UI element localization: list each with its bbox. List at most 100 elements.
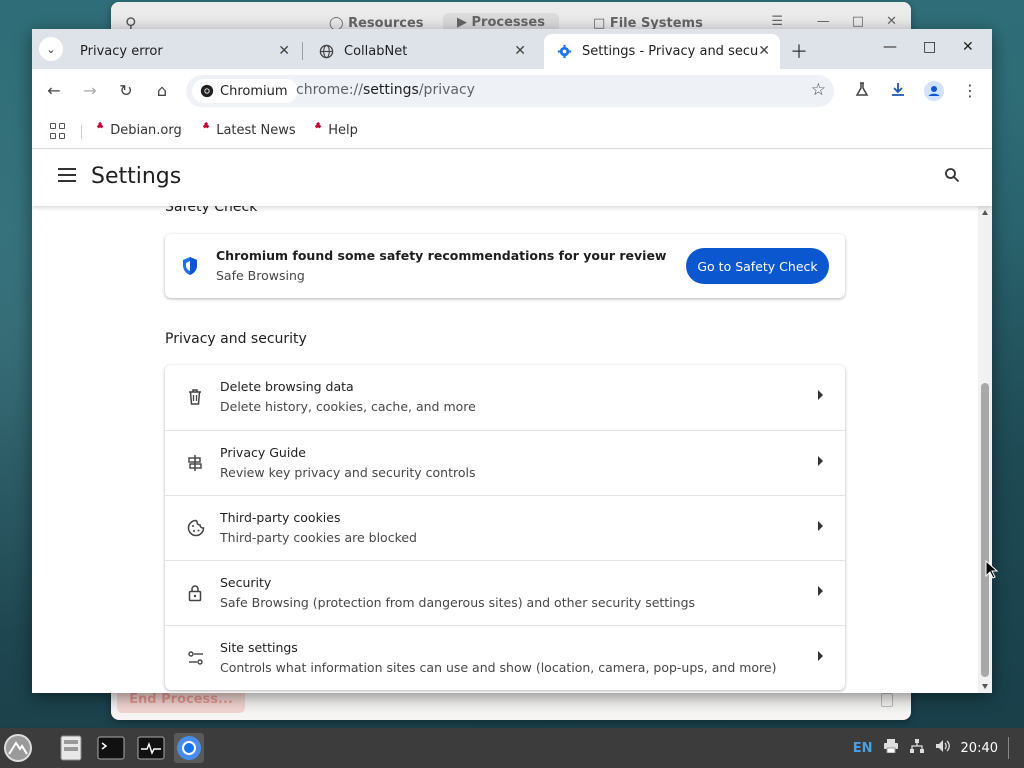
apps-grid-icon[interactable]: [50, 123, 66, 139]
reload-icon[interactable]: ↻: [116, 81, 136, 100]
url-text[interactable]: chrome://settings/privacy: [296, 82, 475, 98]
toolbar: ← → ↻ ⌂ Chromium chrome://settings/priva…: [32, 69, 992, 113]
chromium-icon: [200, 84, 214, 98]
more-menu-icon[interactable]: ⋮: [960, 81, 980, 100]
printer-icon[interactable]: [883, 739, 899, 757]
tab-processes-label: Processes: [471, 15, 545, 30]
bookmark-help[interactable]: ؞ Help: [314, 122, 358, 138]
show-desktop-button[interactable]: [1008, 737, 1012, 759]
tab-close-icon[interactable]: ✕: [758, 43, 770, 59]
safety-check-subtitle: Safe Browsing: [216, 268, 305, 283]
close-icon[interactable]: ✕: [886, 14, 897, 29]
new-tab-icon[interactable]: ＋: [790, 38, 808, 64]
debian-swirl-icon: ؞: [314, 122, 323, 138]
arrow-right-icon: [818, 651, 823, 661]
globe-icon: [318, 44, 334, 60]
row-security[interactable]: Security Safe Browsing (protection from …: [165, 560, 845, 625]
copy-icon[interactable]: [881, 693, 893, 707]
url-host: settings: [363, 82, 419, 98]
chip-label: Chromium: [220, 83, 288, 99]
hamburger-menu-icon[interactable]: [58, 168, 76, 182]
menu-icon[interactable]: ☰: [771, 14, 783, 29]
minimize-icon[interactable]: —: [817, 14, 830, 29]
safety-check-heading: Safety Check: [165, 206, 258, 215]
tab-strip: ⌄ Privacy error ✕ CollabNet ✕ Settings -…: [32, 29, 992, 69]
tab-settings[interactable]: Settings - Privacy and secu ✕: [544, 34, 780, 69]
row-subtitle: Safe Browsing (protection from dangerous…: [220, 595, 696, 610]
labs-flask-icon[interactable]: [852, 81, 872, 101]
signpost-icon: [187, 454, 205, 472]
address-bar[interactable]: Chromium chrome://settings/privacy ☆: [186, 75, 834, 107]
browser-window: ⌄ Privacy error ✕ CollabNet ✕ Settings -…: [32, 29, 992, 693]
bookmark-separator: [81, 125, 82, 139]
bookmark-label: Latest News: [216, 122, 296, 138]
home-icon[interactable]: ⌂: [152, 81, 172, 100]
debian-swirl-icon: ؞: [96, 122, 105, 138]
row-title: Third-party cookies: [220, 510, 341, 525]
back-icon[interactable]: ←: [44, 81, 64, 100]
tab-title: Privacy error: [80, 44, 163, 59]
bookmarks-bar: ؞ Debian.org ؞ Latest News ؞ Help: [32, 113, 992, 149]
search-icon[interactable]: [944, 167, 960, 187]
arrow-right-icon: [818, 586, 823, 596]
system-tray: EN 20:40: [853, 728, 1024, 768]
tab-title: CollabNet: [344, 44, 408, 59]
tab-title: Settings - Privacy and secu: [582, 44, 759, 59]
bookmark-star-icon[interactable]: ☆: [811, 80, 826, 100]
tab-collabnet[interactable]: CollabNet ✕: [306, 34, 536, 69]
network-icon[interactable]: [909, 738, 925, 758]
row-privacy-guide[interactable]: Privacy Guide Review key privacy and sec…: [165, 430, 845, 495]
chromium-taskbar-icon[interactable]: [174, 733, 204, 763]
privacy-security-heading: Privacy and security: [165, 331, 307, 347]
close-icon[interactable]: ✕: [962, 39, 974, 55]
volume-icon[interactable]: [935, 739, 951, 757]
tab-close-icon[interactable]: ✕: [514, 43, 526, 59]
row-title: Privacy Guide: [220, 445, 306, 460]
chevron-down-icon: ⌄: [46, 42, 56, 56]
file-manager-icon[interactable]: [56, 733, 86, 763]
download-icon[interactable]: [888, 81, 908, 101]
mouse-cursor-icon: [985, 560, 999, 579]
url-scheme: chrome://: [296, 82, 363, 98]
system-monitor-icon[interactable]: [136, 733, 166, 763]
maximize-icon[interactable]: □: [852, 14, 864, 29]
terminal-icon[interactable]: [96, 733, 126, 763]
forward-icon[interactable]: →: [80, 81, 100, 100]
row-site-settings[interactable]: Site settings Controls what information …: [165, 625, 845, 690]
tab-search-button[interactable]: ⌄: [39, 37, 63, 61]
window-controls: — □ ✕: [817, 14, 897, 29]
keyboard-layout-indicator[interactable]: EN: [853, 741, 873, 756]
row-delete-browsing-data[interactable]: Delete browsing data Delete history, coo…: [165, 365, 845, 430]
minimize-icon[interactable]: —: [883, 39, 897, 55]
privacy-security-card: Delete browsing data Delete history, coo…: [165, 365, 845, 690]
scrollbar-thumb[interactable]: [981, 383, 989, 677]
tune-icon: [187, 649, 205, 667]
scroll-up-icon[interactable]: [982, 210, 988, 215]
bookmark-latest-news[interactable]: ؞ Latest News: [202, 122, 296, 138]
settings-content: Safety Check Chromium found some safety …: [32, 206, 992, 693]
row-title: Security: [220, 575, 272, 590]
row-subtitle: Controls what information sites can use …: [220, 660, 777, 675]
site-info-chip[interactable]: Chromium: [192, 79, 298, 103]
tab-close-icon[interactable]: ✕: [278, 43, 290, 59]
tab-separator: [302, 42, 303, 60]
settings-header: Settings: [32, 150, 992, 206]
clock[interactable]: 20:40: [961, 741, 998, 756]
page-scrollbar[interactable]: [978, 206, 992, 693]
go-to-safety-check-button[interactable]: Go to Safety Check: [686, 248, 829, 284]
arrow-right-icon: [818, 456, 823, 466]
arrow-right-icon: [818, 390, 823, 400]
page-title: Settings: [91, 164, 182, 189]
profile-avatar-icon[interactable]: [924, 81, 944, 105]
row-third-party-cookies[interactable]: Third-party cookies Third-party cookies …: [165, 495, 845, 560]
row-title: Site settings: [220, 640, 298, 655]
row-subtitle: Review key privacy and security controls: [220, 465, 476, 480]
scroll-down-icon[interactable]: [982, 684, 988, 689]
shield-icon: [181, 256, 199, 280]
start-menu-icon[interactable]: [4, 734, 32, 762]
maximize-icon[interactable]: □: [923, 39, 936, 55]
trash-icon: [187, 388, 205, 406]
bookmark-label: Help: [328, 122, 358, 138]
bookmark-debian[interactable]: ؞ Debian.org: [96, 122, 182, 138]
tab-privacy-error[interactable]: Privacy error ✕: [68, 34, 300, 69]
